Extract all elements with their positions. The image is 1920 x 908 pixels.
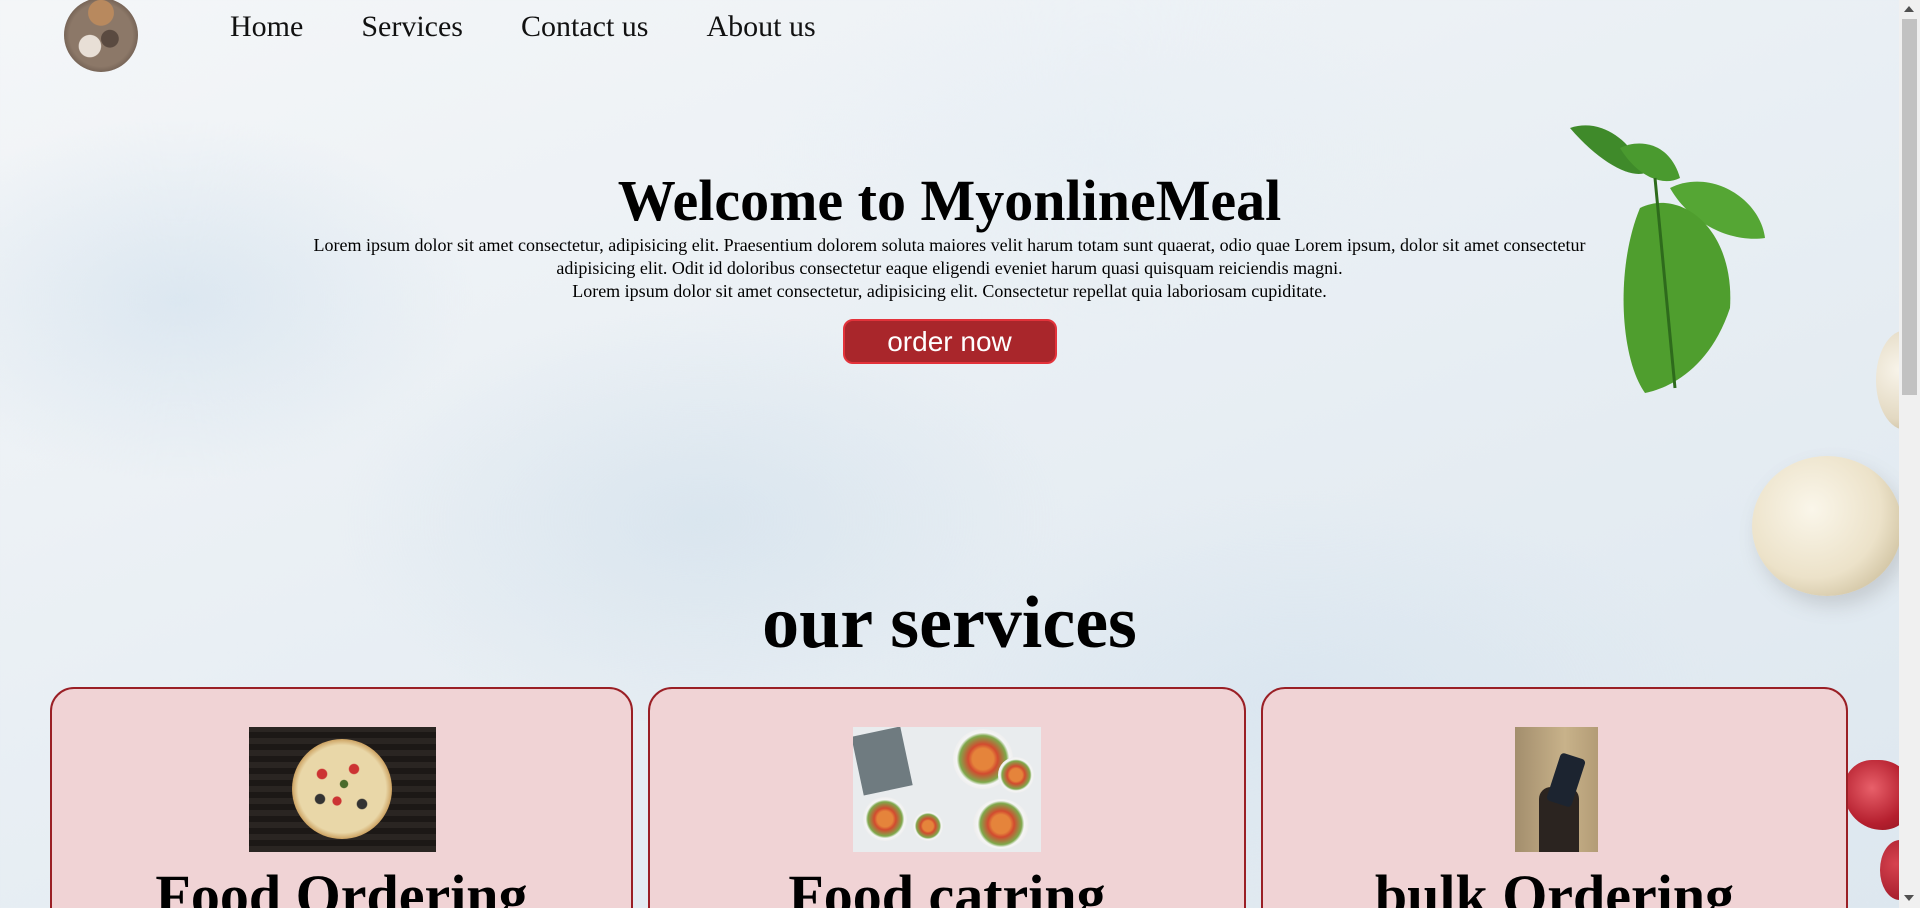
hero-paragraph: Lorem ipsum dolor sit amet consectetur, …	[313, 235, 1586, 278]
services-title: our services	[762, 582, 1137, 664]
service-card-bulk-ordering[interactable]: bulk Ordering	[1261, 687, 1848, 908]
nav-about-link[interactable]: About us	[706, 8, 815, 46]
scrollbar-thumb[interactable]	[1902, 19, 1917, 395]
service-card-title: Food catring	[788, 863, 1106, 908]
hero-title: Welcome to MyonlineMeal	[617, 168, 1282, 233]
nav-contact-link[interactable]: Contact us	[521, 8, 649, 46]
service-card-title: bulk Ordering	[1374, 863, 1735, 908]
nav-services-link[interactable]: Services	[361, 8, 463, 46]
hero-paragraph: Lorem ipsum dolor sit amet consectetur, …	[572, 281, 1327, 301]
site-logo[interactable]	[64, 0, 138, 72]
pizza-image	[249, 727, 436, 852]
order-now-button[interactable]: order now	[842, 319, 1057, 364]
service-card-food-ordering[interactable]: Food Ordering	[50, 687, 633, 908]
page-scrollbar[interactable]	[1899, 0, 1920, 908]
nav-home-link[interactable]: Home	[230, 8, 303, 46]
phone-order-image	[1515, 727, 1598, 852]
service-card-food-catering[interactable]: Food catring	[648, 687, 1246, 908]
main-nav: Home Services Contact us About us	[230, 8, 816, 46]
service-card-title: Food Ordering	[155, 863, 528, 908]
catering-image	[853, 727, 1041, 852]
garlic-bulb-decoration	[1752, 456, 1902, 596]
scroll-down-arrow-icon[interactable]	[1904, 895, 1914, 901]
hero-section: Welcome to MyonlineMeal Lorem ipsum dolo…	[0, 168, 1899, 364]
scroll-up-arrow-icon[interactable]	[1904, 6, 1914, 12]
